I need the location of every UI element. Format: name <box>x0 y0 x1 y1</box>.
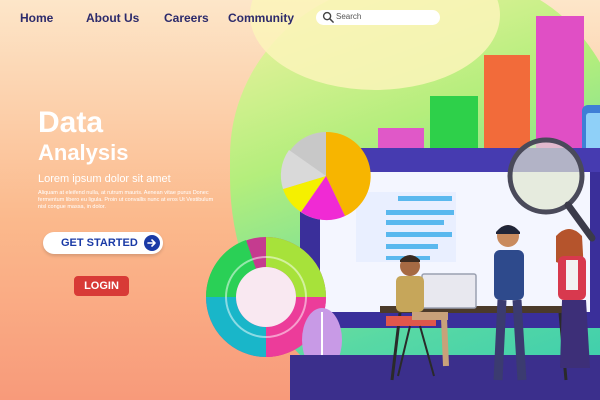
document-panel <box>356 192 456 262</box>
document-line <box>398 196 452 201</box>
illustration-bar <box>378 128 424 148</box>
illustration-bar <box>430 96 478 148</box>
person-skirt <box>560 300 590 368</box>
login-label: LOGIN <box>84 280 119 292</box>
nav-community[interactable]: Community <box>228 11 294 25</box>
arrow-right-icon <box>144 235 160 251</box>
search-input[interactable]: Search <box>316 10 440 25</box>
search-placeholder: Search <box>336 12 362 21</box>
top-nav: Home About Us Careers Community Search <box>0 0 600 36</box>
person-jacket <box>494 250 524 300</box>
person-shirt <box>566 260 578 290</box>
hero-body-text: Aliquam at eleifend nulla, at rutrum mau… <box>38 190 214 210</box>
illustration-bar <box>536 16 584 150</box>
donut-center <box>236 267 296 327</box>
magnifier-icon <box>507 137 585 215</box>
hero-subtitle: Lorem ipsum dolor sit amet <box>38 173 171 185</box>
get-started-label: GET STARTED <box>61 237 138 249</box>
nav-about-us[interactable]: About Us <box>86 11 139 25</box>
person-leg <box>512 299 527 381</box>
illustration-bar <box>484 55 530 148</box>
search-icon <box>322 11 334 23</box>
landing-page: Home About Us Careers Community Search D… <box>0 0 600 400</box>
hero-title-second-line: Analysis <box>38 140 129 165</box>
document-line <box>386 210 454 215</box>
document-line <box>386 220 444 225</box>
nav-careers[interactable]: Careers <box>164 11 209 25</box>
login-button[interactable]: LOGIN <box>74 276 129 296</box>
document-line <box>386 232 452 237</box>
laptop <box>421 273 477 309</box>
person-leg <box>493 299 507 381</box>
person-shirt <box>396 276 424 312</box>
document-line <box>386 244 438 249</box>
nav-home[interactable]: Home <box>20 11 53 25</box>
hero-title: Data <box>38 106 104 139</box>
get-started-button[interactable]: GET STARTED <box>43 232 163 254</box>
person-leg <box>441 317 449 367</box>
